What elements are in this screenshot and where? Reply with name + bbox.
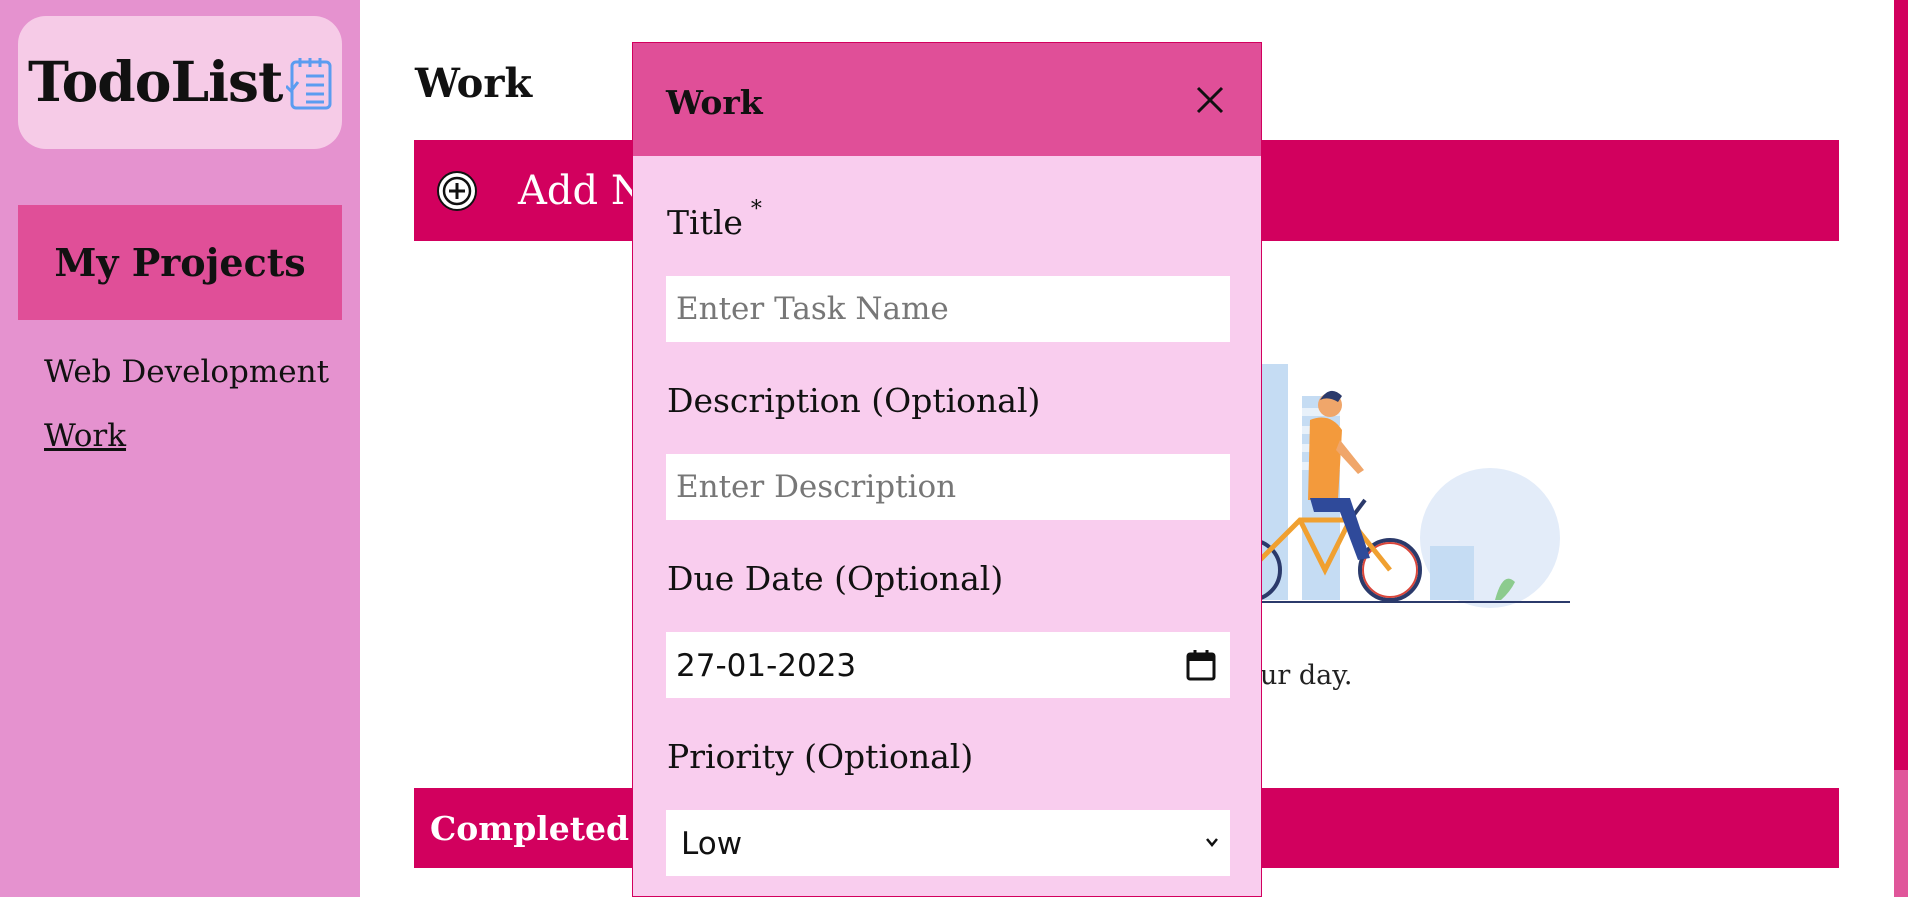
notepad-checklist-icon	[286, 58, 332, 110]
add-task-label: Add N	[518, 167, 646, 214]
modal-header: Work	[633, 43, 1261, 156]
chevron-down-icon	[1206, 838, 1218, 847]
sidebar: TodoList My Projects Web Development Wor…	[0, 0, 360, 897]
scrollbar-track[interactable]	[1894, 0, 1908, 897]
add-task-modal: Work Title * Description (Optional) Due D…	[632, 42, 1262, 897]
app-root: TodoList My Projects Web Development Wor…	[0, 0, 1908, 897]
title-label-text: Title	[667, 203, 743, 242]
plus-circle-icon	[437, 170, 477, 211]
description-label: Description (Optional)	[667, 381, 1041, 420]
logo-card: TodoList	[18, 16, 342, 149]
my-projects-header: My Projects	[18, 205, 342, 320]
priority-label: Priority (Optional)	[667, 737, 974, 776]
required-marker: *	[750, 197, 762, 222]
scrollbar-thumb[interactable]	[1894, 770, 1908, 897]
man-riding-bicycle-illustration	[1240, 364, 1570, 608]
sidebar-item-work[interactable]: Work	[44, 412, 344, 460]
project-list: Web Development Work	[44, 348, 344, 460]
sidebar-item-web-development[interactable]: Web Development	[44, 348, 344, 396]
due-date-input[interactable]: 27-01-2023	[666, 632, 1230, 698]
empty-state-message: ur day.	[1260, 660, 1353, 691]
logo-text: TodoList	[28, 49, 283, 114]
title-label: Title *	[667, 197, 762, 242]
close-button[interactable]	[1193, 83, 1227, 117]
task-description-input[interactable]	[666, 454, 1230, 520]
due-date-label: Due Date (Optional)	[667, 559, 1004, 598]
priority-selected-value: Low	[681, 826, 743, 862]
page-title: Work	[415, 60, 533, 107]
modal-title: Work	[666, 83, 763, 122]
task-title-input[interactable]	[666, 276, 1230, 342]
priority-select[interactable]: Low	[666, 810, 1230, 876]
close-icon	[1196, 86, 1224, 114]
calendar-icon[interactable]	[1186, 649, 1216, 681]
due-date-value: 27-01-2023	[676, 648, 857, 684]
